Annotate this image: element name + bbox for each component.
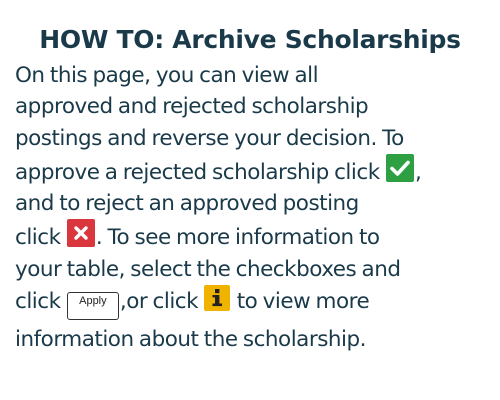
apply-button-label: Apply (79, 295, 107, 308)
instructions-line: approved and rejected scholarship (15, 94, 369, 120)
instructions-text: On this page, you can view all approved … (15, 60, 500, 355)
instructions-fragment: , (415, 159, 422, 185)
instructions-fragment: . To see more information to (95, 225, 380, 251)
instructions-line: and to reject an approved posting (15, 191, 359, 217)
instructions-fragment: click (15, 289, 66, 315)
instructions-line: click Apply ,or click to view more (15, 285, 500, 324)
help-panel: HOW TO: Archive Scholarships On this pag… (0, 0, 500, 400)
instructions-line: On this page, you can view all (15, 63, 319, 88)
x-icon (66, 219, 95, 248)
info-icon (204, 285, 231, 312)
instructions-line: your table, select the checkboxes and (15, 256, 401, 282)
instructions-line: postings and reverse your decision. To (15, 125, 404, 151)
instructions-fragment: ,or click (119, 289, 204, 315)
check-icon (386, 153, 414, 182)
instructions-fragment: approve a rejected scholarship click (15, 159, 385, 185)
apply-button-example: Apply (66, 292, 119, 321)
instructions-line: click . To see more information to (15, 219, 500, 253)
instructions-fragment: click (15, 225, 66, 251)
instructions-line: information about the scholarship. (15, 327, 366, 353)
instructions-fragment: to view more (231, 289, 370, 315)
page-title: HOW TO: Archive Scholarships (39, 25, 461, 54)
instructions-line: approve a rejected scholarship click , (15, 153, 500, 188)
